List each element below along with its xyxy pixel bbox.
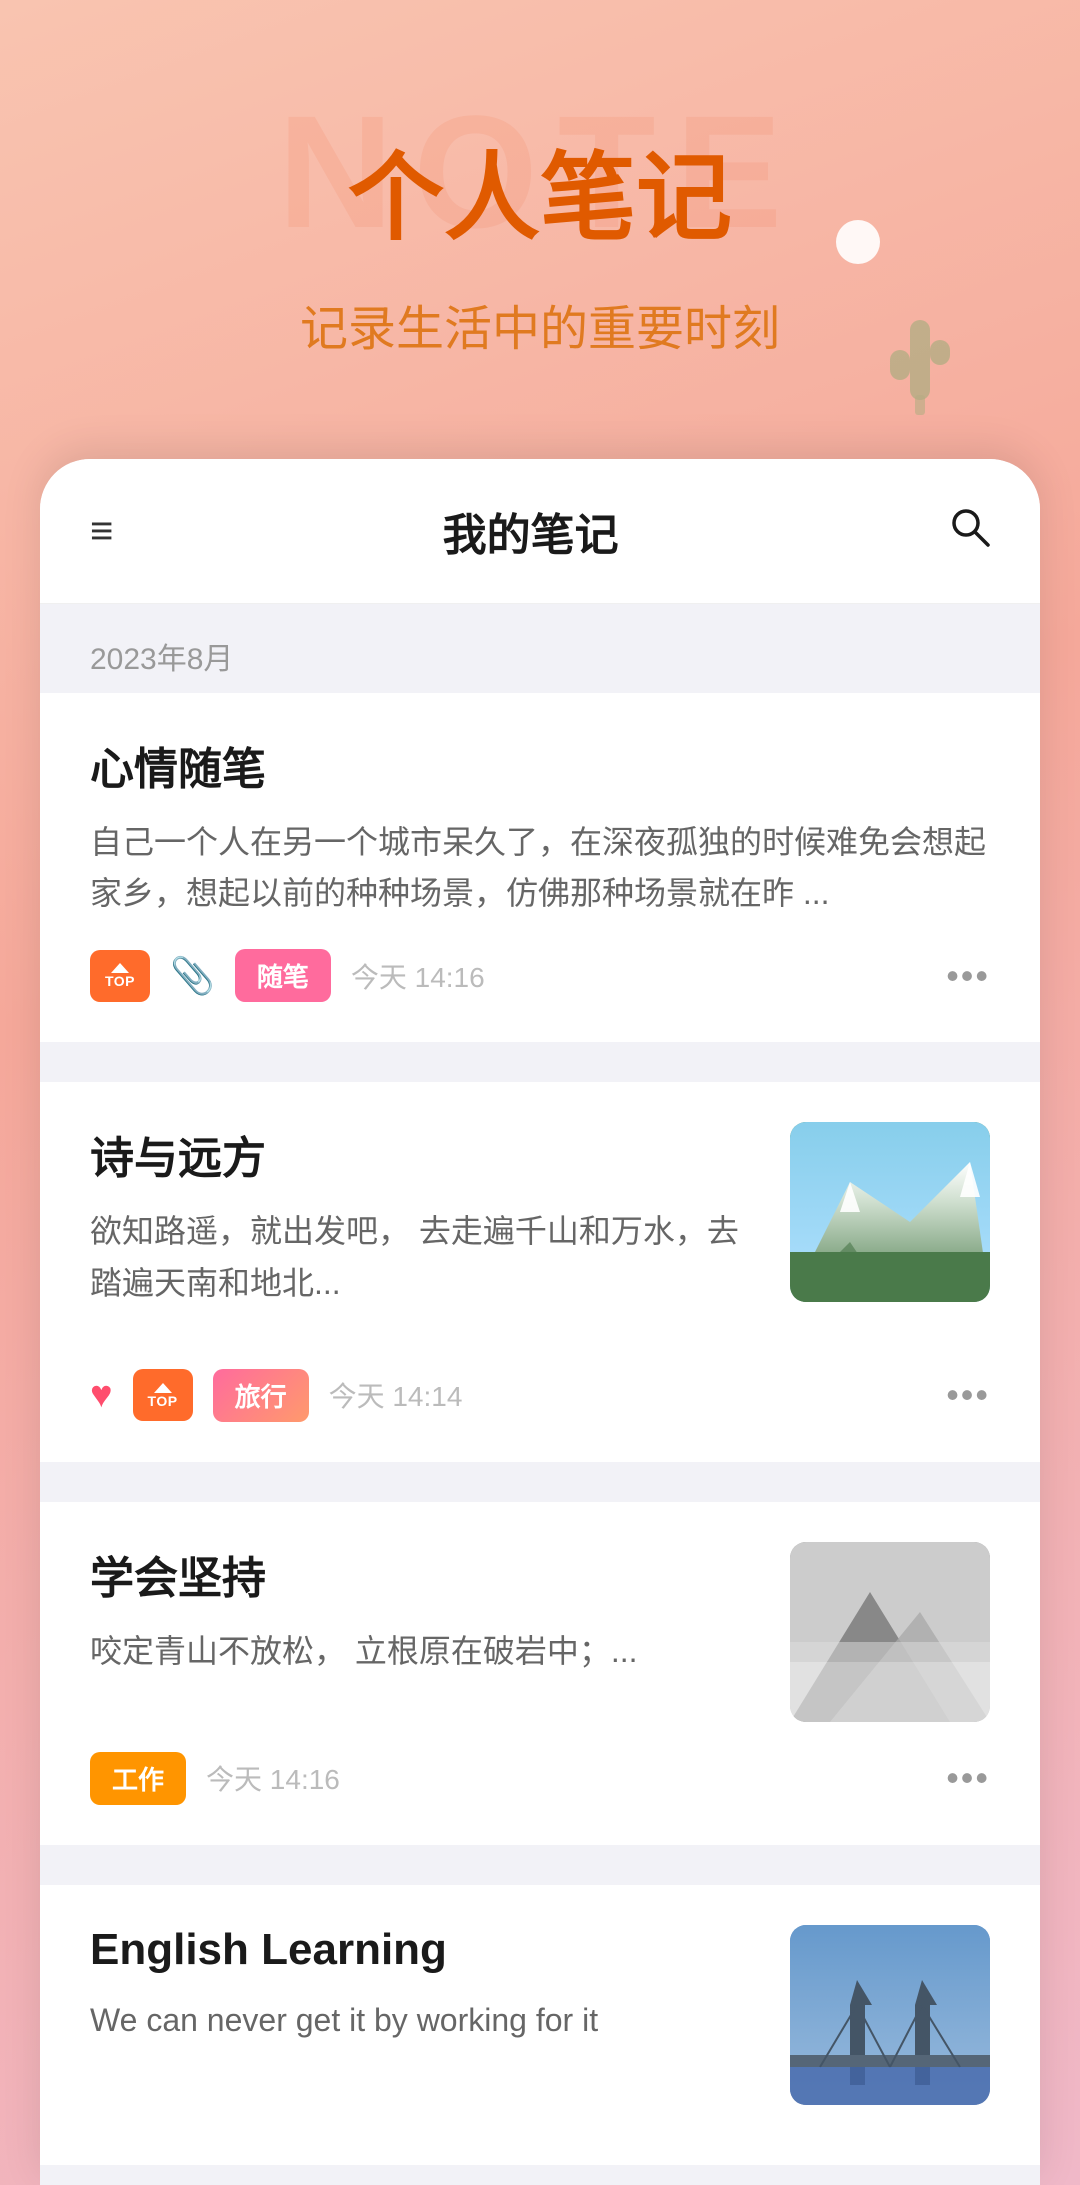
note-image-3: 共1张: [790, 1542, 990, 1722]
timestamp-1: 今天 14:16: [351, 956, 485, 996]
note-footer-1: TOP 📎 随笔 今天 14:16 •••: [90, 949, 990, 1002]
note-content-3: 咬定青山不放松， 立根原在破岩中；...: [90, 1626, 760, 1677]
attachment-icon-1: 📎: [170, 955, 215, 997]
gap-1: [40, 1062, 1040, 1082]
menu-icon[interactable]: ≡: [90, 511, 113, 551]
tag-1[interactable]: 随笔: [235, 949, 331, 1002]
hero-title: 个人笔记: [80, 120, 1000, 259]
note-title-2: 诗与远方: [90, 1122, 760, 1186]
note-content-4: We can never get it by working for it: [90, 1995, 760, 2046]
note-text-2: 诗与远方 欲知路遥，就出发吧， 去走遍千山和万水，去踏遍天南和地北...: [90, 1122, 760, 1338]
timestamp-3: 今天 14:16: [206, 1758, 340, 1798]
note-body-4: English Learning We can never get it by …: [90, 1925, 990, 2105]
date-label: 2023年8月: [90, 643, 233, 676]
hero-subtitle: 记录生活中的重要时刻: [80, 289, 1000, 359]
note-image-2: 共1张: [790, 1122, 990, 1302]
tag-2[interactable]: 旅行: [213, 1369, 309, 1422]
note-card-2: 诗与远方 欲知路遥，就出发吧， 去走遍千山和万水，去踏遍天南和地北...: [40, 1082, 1040, 1461]
note-title-3: 学会坚持: [90, 1542, 760, 1606]
note-footer-3: 工作 今天 14:16 •••: [90, 1752, 990, 1805]
note-content-1: 自己一个人在另一个城市呆久了，在深夜孤独的时候难免会想起家乡，想起以前的种种场景…: [90, 817, 990, 919]
note-text-4: English Learning We can never get it by …: [90, 1925, 760, 2105]
top-icon-2: TOP: [133, 1369, 193, 1421]
note-card-4: English Learning We can never get it by …: [40, 1885, 1040, 2165]
note-body-2: 诗与远方 欲知路遥，就出发吧， 去走遍千山和万水，去踏遍天南和地北...: [90, 1122, 990, 1338]
note-title-1: 心情随笔: [90, 733, 990, 797]
hero-section: NOTE 个人笔记 记录生活中的重要时刻: [0, 0, 1080, 419]
top-icon-1: TOP: [90, 950, 150, 1002]
more-button-2[interactable]: •••: [946, 1374, 990, 1415]
note-card-3: 学会坚持 咬定青山不放松， 立根原在破岩中；...: [40, 1502, 1040, 1845]
tag-3[interactable]: 工作: [90, 1752, 186, 1805]
note-body-3: 学会坚持 咬定青山不放松， 立根原在破岩中；...: [90, 1542, 990, 1722]
main-card-container: ≡ 我的笔记 2023年8月 心情随笔 自己一个人在另一个城市呆久了，在深夜孤独…: [40, 459, 1040, 2185]
note-footer-2: ♥ TOP 旅行 今天 14:14 •••: [90, 1369, 990, 1422]
note-image-4: 共1张: [790, 1925, 990, 2105]
more-button-1[interactable]: •••: [946, 955, 990, 996]
date-section: 2023年8月: [40, 604, 1040, 693]
note-title-4: English Learning: [90, 1925, 760, 1975]
note-card-1: 心情随笔 自己一个人在另一个城市呆久了，在深夜孤独的时候难免会想起家乡，想起以前…: [40, 693, 1040, 1042]
search-icon[interactable]: [948, 505, 990, 557]
heart-icon-2: ♥: [90, 1374, 113, 1417]
timestamp-2: 今天 14:14: [329, 1375, 463, 1415]
more-button-3[interactable]: •••: [946, 1757, 990, 1798]
app-header: ≡ 我的笔记: [40, 459, 1040, 604]
note-content-2: 欲知路遥，就出发吧， 去走遍千山和万水，去踏遍天南和地北...: [90, 1206, 760, 1308]
gap-3: [40, 1865, 1040, 1885]
page-title: 我的笔记: [443, 499, 619, 563]
gap-2: [40, 1482, 1040, 1502]
note-text-3: 学会坚持 咬定青山不放松， 立根原在破岩中；...: [90, 1542, 760, 1722]
